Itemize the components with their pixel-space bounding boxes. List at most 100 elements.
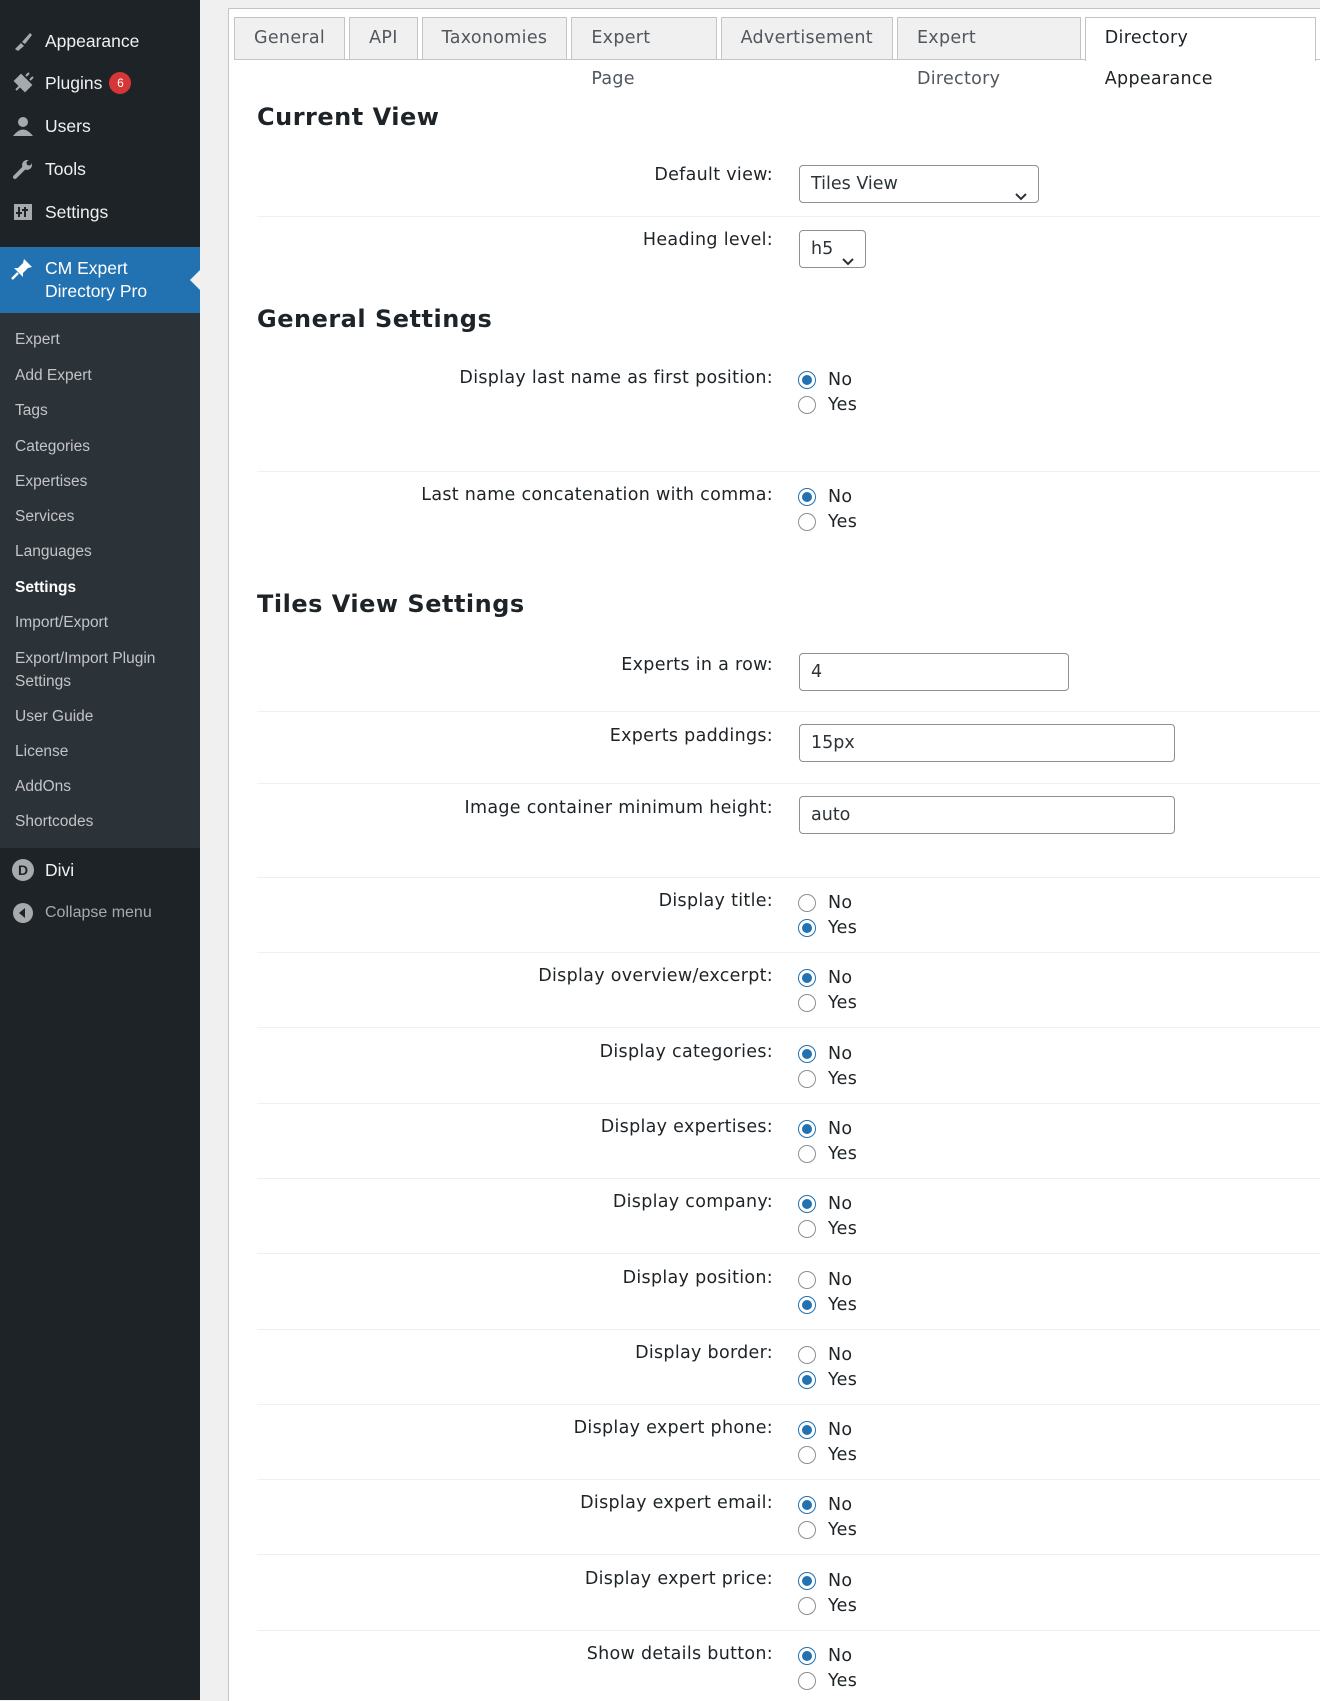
tab-api[interactable]: API [349,17,418,59]
tab-general[interactable]: General [234,17,346,59]
radio-no[interactable] [798,969,816,987]
submenu: Expert Add Expert Tags Categories Expert… [0,313,200,848]
tab-taxonomies[interactable]: Taxonomies [421,17,568,59]
display-expert-price-no-option[interactable]: No [798,1569,852,1593]
submenu-item-settings[interactable]: Settings [15,576,195,599]
menu-tools[interactable]: Tools [0,148,200,190]
display-expert-phone-no-option[interactable]: No [798,1418,852,1442]
submenu-item-expertises[interactable]: Expertises [15,470,195,493]
submenu-item-license[interactable]: License [15,740,195,763]
radio-yes[interactable] [798,513,816,531]
display-company-yes-option[interactable]: Yes [798,1217,857,1241]
display-company-no-option[interactable]: No [798,1192,852,1216]
tab-expert-page[interactable]: Expert Page [571,17,717,89]
row-separator [257,711,1320,712]
radio-yes[interactable] [798,1597,816,1615]
submenu-item-user-guide[interactable]: User Guide [15,705,195,728]
section-heading-current-view: Current View [257,103,440,131]
last-name-comma-no-option[interactable]: No [798,485,852,509]
display-expert-price-yes-option[interactable]: Yes [798,1594,857,1618]
radio-no[interactable] [798,1120,816,1138]
submenu-item-categories[interactable]: Categories [15,435,195,458]
row-separator [257,1103,1320,1104]
default-view-select[interactable]: Tiles View [799,165,1039,203]
submenu-item-shortcodes[interactable]: Shortcodes [15,810,195,833]
display-position-no-option[interactable]: No [798,1268,852,1292]
submenu-item-import-export[interactable]: Import/Export [15,611,195,634]
radio-yes[interactable] [798,1446,816,1464]
collapse-icon [10,900,36,926]
last-name-first-no-option[interactable]: No [798,368,852,392]
display-title-no-option[interactable]: No [798,891,852,915]
radio-no[interactable] [798,1195,816,1213]
display-expert-phone-label: Display expert phone: [573,1418,773,1438]
radio-yes[interactable] [798,396,816,414]
radio-no[interactable] [798,894,816,912]
menu-settings[interactable]: Settings [0,191,200,233]
radio-no[interactable] [798,1421,816,1439]
display-position-yes-option[interactable]: Yes [798,1293,857,1317]
collapse-menu-button[interactable]: Collapse menu [0,892,200,934]
radio-no[interactable] [798,1045,816,1063]
last-name-first-yes-option[interactable]: Yes [798,393,857,417]
tab-directory-appearance[interactable]: Directory Appearance [1084,17,1317,89]
submenu-item-export-import-plugin-settings[interactable]: Export/Import Plugin Settings [15,647,195,693]
radio-no[interactable] [798,1647,816,1665]
radio-no[interactable] [798,1496,816,1514]
display-expert-phone-yes-option[interactable]: Yes [798,1443,857,1467]
radio-no[interactable] [798,371,816,389]
display-border-yes-option[interactable]: Yes [798,1368,857,1392]
row-separator [257,1253,1320,1254]
display-expertises-label: Display expertises: [600,1117,773,1137]
experts-in-row-input[interactable]: 4 [799,653,1069,691]
experts-in-row-label: Experts in a row: [621,655,773,675]
display-border-no-option[interactable]: No [798,1343,852,1367]
heading-level-select[interactable]: h5 [799,230,866,268]
show-details-button-yes-option[interactable]: Yes [798,1669,857,1693]
radio-yes[interactable] [798,1296,816,1314]
radio-yes[interactable] [798,1371,816,1389]
display-expertises-yes-option[interactable]: Yes [798,1142,857,1166]
radio-no[interactable] [798,488,816,506]
submenu-item-addons[interactable]: AddOns [15,775,195,798]
menu-cm-expert-directory-pro[interactable]: CM Expert Directory Pro [0,247,200,313]
submenu-item-expert[interactable]: Expert [15,328,195,351]
submenu-item-services[interactable]: Services [15,505,195,528]
section-heading-tiles-view: Tiles View Settings [257,590,525,618]
radio-label: No [828,1270,853,1290]
radio-yes[interactable] [798,1145,816,1163]
radio-no[interactable] [798,1271,816,1289]
radio-no[interactable] [798,1572,816,1590]
last-name-comma-yes-option[interactable]: Yes [798,510,857,534]
display-expert-email-no-option[interactable]: No [798,1493,852,1517]
radio-yes[interactable] [798,1521,816,1539]
tab-expert-directory[interactable]: Expert Directory [896,17,1081,89]
submenu-item-add-expert[interactable]: Add Expert [15,364,195,387]
menu-plugins[interactable]: Plugins 6 [0,62,200,104]
image-min-height-input[interactable]: auto [799,796,1175,834]
display-categories-yes-option[interactable]: Yes [798,1067,857,1091]
display-overview-excerpt-no-option[interactable]: No [798,966,852,990]
radio-yes[interactable] [798,1672,816,1690]
tab-advertisement[interactable]: Advertisement [720,17,893,59]
radio-no[interactable] [798,1346,816,1364]
radio-yes[interactable] [798,919,816,937]
admin-sidebar: Appearance Plugins 6 Users Tools Setting… [0,0,200,1700]
radio-yes[interactable] [798,1220,816,1238]
menu-appearance[interactable]: Appearance [0,20,200,62]
display-categories-no-option[interactable]: No [798,1042,852,1066]
menu-users[interactable]: Users [0,105,200,147]
menu-divi[interactable]: D Divi [0,849,200,891]
display-categories-label: Display categories: [599,1042,773,1062]
display-overview-excerpt-yes-option[interactable]: Yes [798,991,857,1015]
submenu-item-tags[interactable]: Tags [15,399,195,422]
experts-paddings-input[interactable]: 15px [799,724,1175,762]
radio-yes[interactable] [798,1070,816,1088]
submenu-item-languages[interactable]: Languages [15,540,195,563]
display-expertises-no-option[interactable]: No [798,1117,852,1141]
display-title-yes-option[interactable]: Yes [798,916,857,940]
pin-icon [10,257,34,285]
display-expert-email-yes-option[interactable]: Yes [798,1518,857,1542]
radio-yes[interactable] [798,994,816,1012]
show-details-button-no-option[interactable]: No [798,1644,852,1668]
